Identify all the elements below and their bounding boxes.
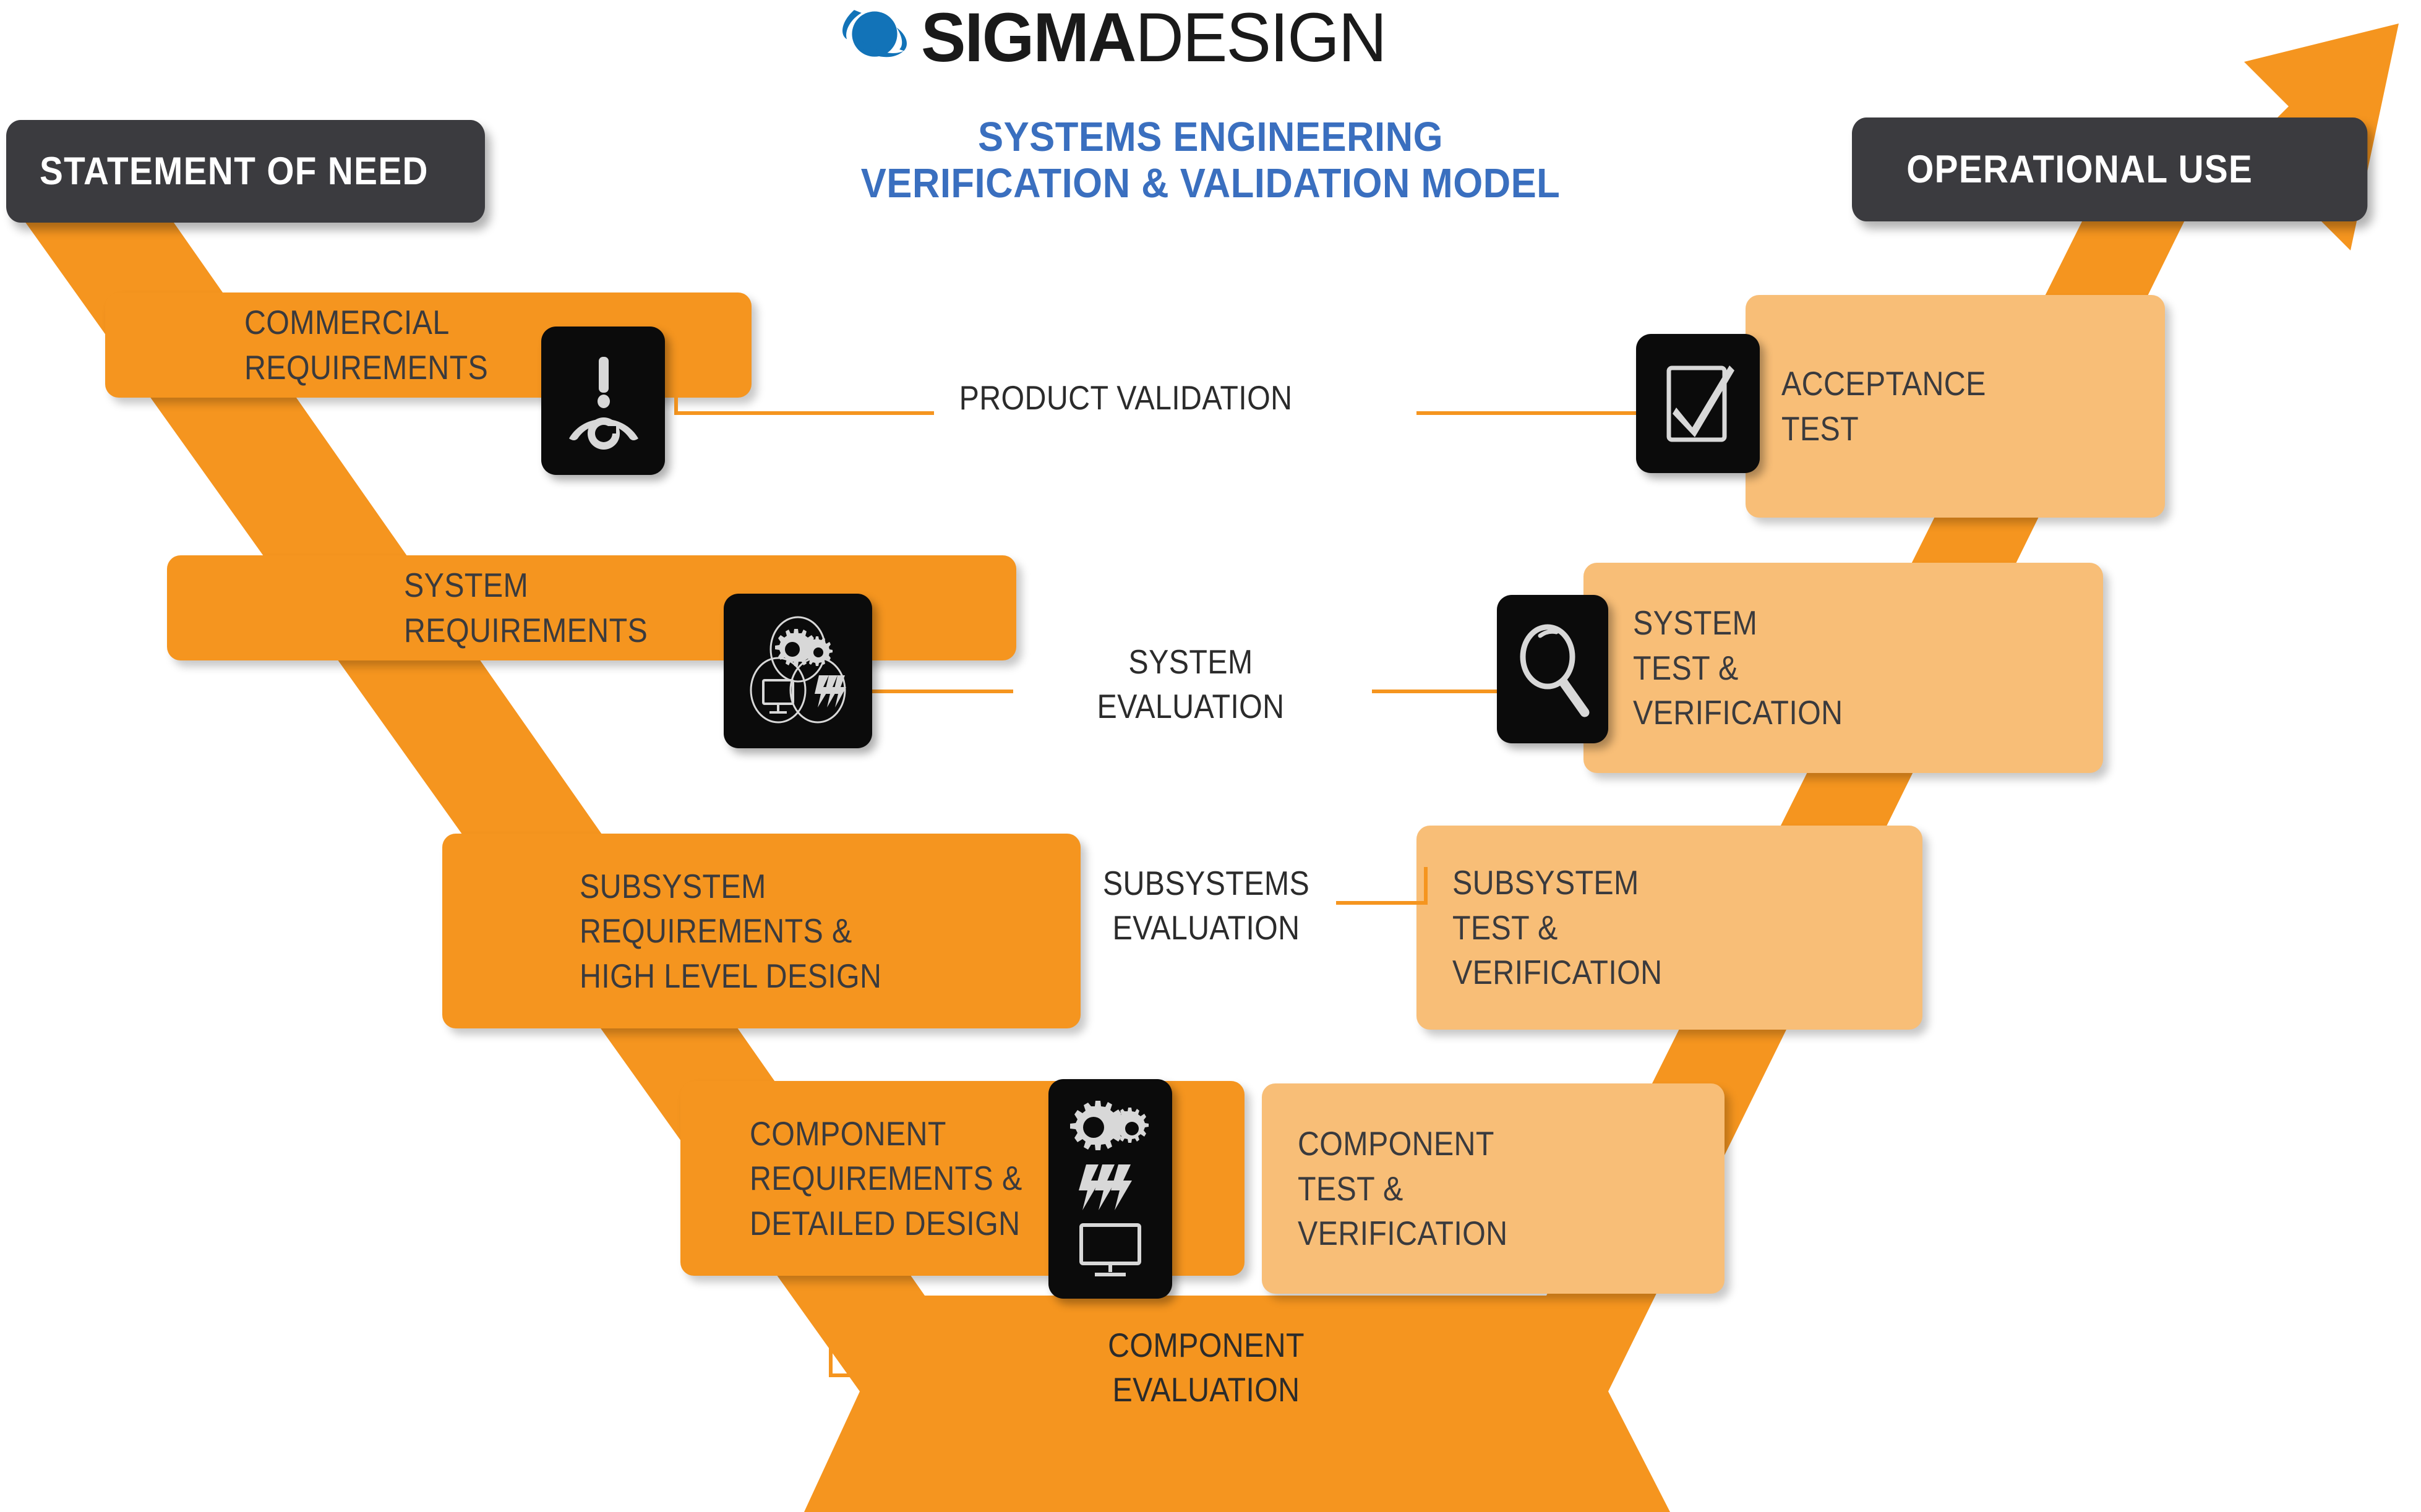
stage-label: SYSTEM REQUIREMENTS [404,566,648,649]
stage-label: ACCEPTANCE TEST [1781,364,1986,448]
stage-component-test-verification: COMPONENT TEST & VERIFICATION [1262,1083,1725,1294]
brand-name-bold: SIGMA [921,0,1136,76]
connector-component-evaluation-label: COMPONENT EVALUATION [1108,1326,1305,1409]
gears-bolt-monitor-stack-icon [1070,1100,1149,1276]
stage-system-requirements: SYSTEM REQUIREMENTS [167,555,1016,660]
stage-label: COMPONENT REQUIREMENTS & DETAILED DESIGN [750,1114,1022,1242]
brand-name-light: DESIGN [1135,0,1387,76]
connector-product-validation-label: PRODUCT VALIDATION [959,378,1293,417]
magnifier-icon [1520,624,1590,717]
stage-label: COMPONENT TEST & VERIFICATION [1298,1124,1508,1253]
stage-label: COMMERCIAL REQUIREMENTS [244,303,489,387]
brand-logo: SIGMADESIGN [838,1,1400,74]
stage-subsystem-test-verification: SUBSYSTEM TEST & VERIFICATION [1416,826,1922,1030]
alert-eye-icon-tile [541,327,665,475]
title-line-2: VERIFICATION & VALIDATION MODEL [860,160,1561,207]
alert-eye-icon [569,357,638,450]
gears-monitor-bolt-venn-icon [750,616,846,723]
gears-bolt-monitor-stack-icon-tile [1048,1079,1172,1299]
magnifier-icon-tile [1497,595,1608,743]
connector-subsystems-evaluation-label: SUBSYSTEMS EVALUATION [1102,864,1310,947]
checkbox-check-icon-tile [1636,334,1760,473]
stage-label: SYSTEM TEST & VERIFICATION [1633,604,1843,732]
connector-system-evaluation-label: SYSTEM EVALUATION [1097,643,1285,725]
title-line-1: SYSTEMS ENGINEERING [978,114,1443,160]
checkbox-check-icon [1666,365,1734,442]
planet-orbit-icon [842,10,907,58]
stage-label: SUBSYSTEM REQUIREMENTS & HIGH LEVEL DESI… [580,866,882,995]
v-model-diagram: SIGMADESIGN SYSTEMS ENGINEERING VERIFICA… [0,0,2421,1512]
brand-wordmark: SIGMADESIGN [921,3,1387,72]
stage-system-test-verification: SYSTEM TEST & VERIFICATION [1583,563,2103,773]
page-title: SYSTEMS ENGINEERING VERIFICATION & VALID… [97,114,2325,207]
stage-acceptance-test: ACCEPTANCE TEST [1746,295,2165,518]
gears-monitor-bolt-venn-icon-tile [724,594,872,748]
